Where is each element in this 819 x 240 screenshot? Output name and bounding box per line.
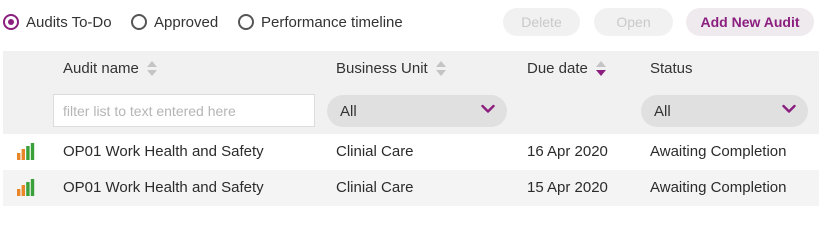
business-unit-filter-select[interactable]: All — [327, 95, 507, 127]
status-filter-select[interactable]: All — [641, 95, 808, 127]
due-date-cell: 16 Apr 2020 — [527, 143, 608, 160]
view-radio-approved[interactable]: Approved — [131, 11, 218, 33]
open-button[interactable]: Open — [594, 8, 673, 36]
view-radio-label: Audits To-Do — [26, 13, 112, 31]
column-header-label: Status — [650, 60, 693, 77]
bar-chart-icon — [17, 143, 35, 160]
business-unit-cell: Clinial Care — [336, 143, 414, 160]
view-radio-label: Performance timeline — [261, 13, 403, 31]
audit-name-filter-input[interactable] — [53, 94, 315, 127]
table-row[interactable]: OP01 Work Health and Safety Clinial Care… — [3, 134, 819, 170]
radio-unchecked-icon — [238, 14, 254, 30]
audit-name-cell: OP01 Work Health and Safety — [63, 143, 264, 160]
delete-button[interactable]: Delete — [503, 8, 580, 36]
radio-checked-icon — [3, 14, 19, 30]
radio-unchecked-icon — [131, 14, 147, 30]
due-date-cell: 15 Apr 2020 — [527, 179, 608, 196]
column-header-business-unit[interactable]: Business Unit — [336, 60, 446, 77]
view-radio-label: Approved — [154, 13, 219, 31]
bar-chart-icon — [17, 179, 35, 196]
select-value: All — [340, 102, 357, 120]
view-radio-performance-timeline[interactable]: Performance timeline — [238, 11, 403, 33]
select-value: All — [654, 102, 671, 120]
status-cell: Awaiting Completion — [650, 143, 787, 160]
column-header-label: Due date — [527, 60, 588, 77]
column-header-label: Business Unit — [336, 60, 428, 77]
sort-icon — [435, 60, 446, 77]
toolbar: Audits To-Do Approved Performance timeli… — [0, 0, 819, 44]
business-unit-cell: Clinial Care — [336, 179, 414, 196]
column-header-audit-name[interactable]: Audit name — [63, 60, 157, 77]
audit-name-cell: OP01 Work Health and Safety — [63, 179, 264, 196]
chevron-down-icon — [481, 104, 495, 113]
view-radio-audits-todo[interactable]: Audits To-Do — [3, 11, 112, 33]
chevron-down-icon — [782, 104, 796, 113]
status-cell: Awaiting Completion — [650, 179, 787, 196]
column-header-label: Audit name — [63, 60, 139, 77]
column-header-due-date[interactable]: Due date — [527, 60, 606, 77]
column-header-status[interactable]: Status — [650, 60, 693, 77]
sort-descending-icon — [595, 60, 606, 77]
sort-icon — [146, 60, 157, 77]
add-new-audit-button[interactable]: Add New Audit — [686, 8, 814, 36]
table-row[interactable]: OP01 Work Health and Safety Clinial Care… — [3, 170, 819, 206]
